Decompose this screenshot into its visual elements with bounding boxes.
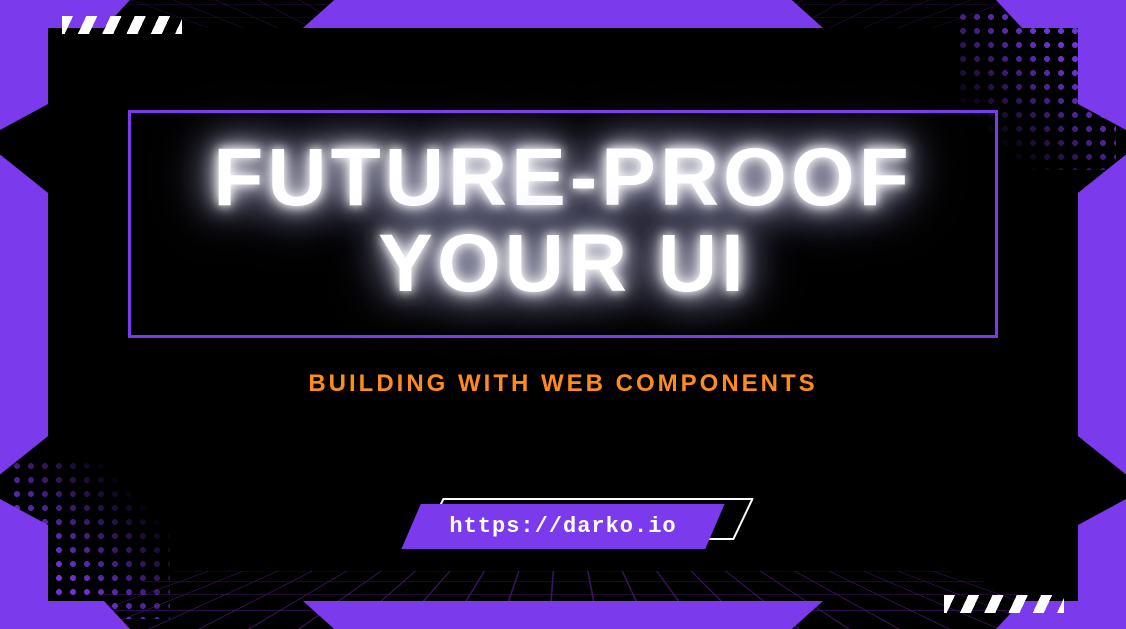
frame-corner-top-left-vert [0, 0, 48, 130]
frame-edge-bottom [303, 601, 823, 629]
url-link[interactable]: https://darko.io [401, 504, 724, 549]
frame-edge-right [1078, 155, 1126, 475]
title-container: FUTURE-PROOF YOUR UI [128, 110, 998, 338]
main-title: FUTURE-PROOF YOUR UI [161, 135, 965, 307]
hash-stripes-bottom-right [944, 595, 1064, 613]
subtitle-text: BUILDING WITH WEB COMPONENTS [308, 370, 817, 398]
frame-edge-top [303, 0, 823, 28]
url-badge-container: https://darko.io [401, 504, 724, 549]
url-text: https://darko.io [449, 514, 676, 539]
frame-corner-bottom-right-vert [1078, 499, 1126, 629]
hash-stripes-top-left [62, 16, 182, 34]
frame-edge-left [0, 155, 48, 475]
